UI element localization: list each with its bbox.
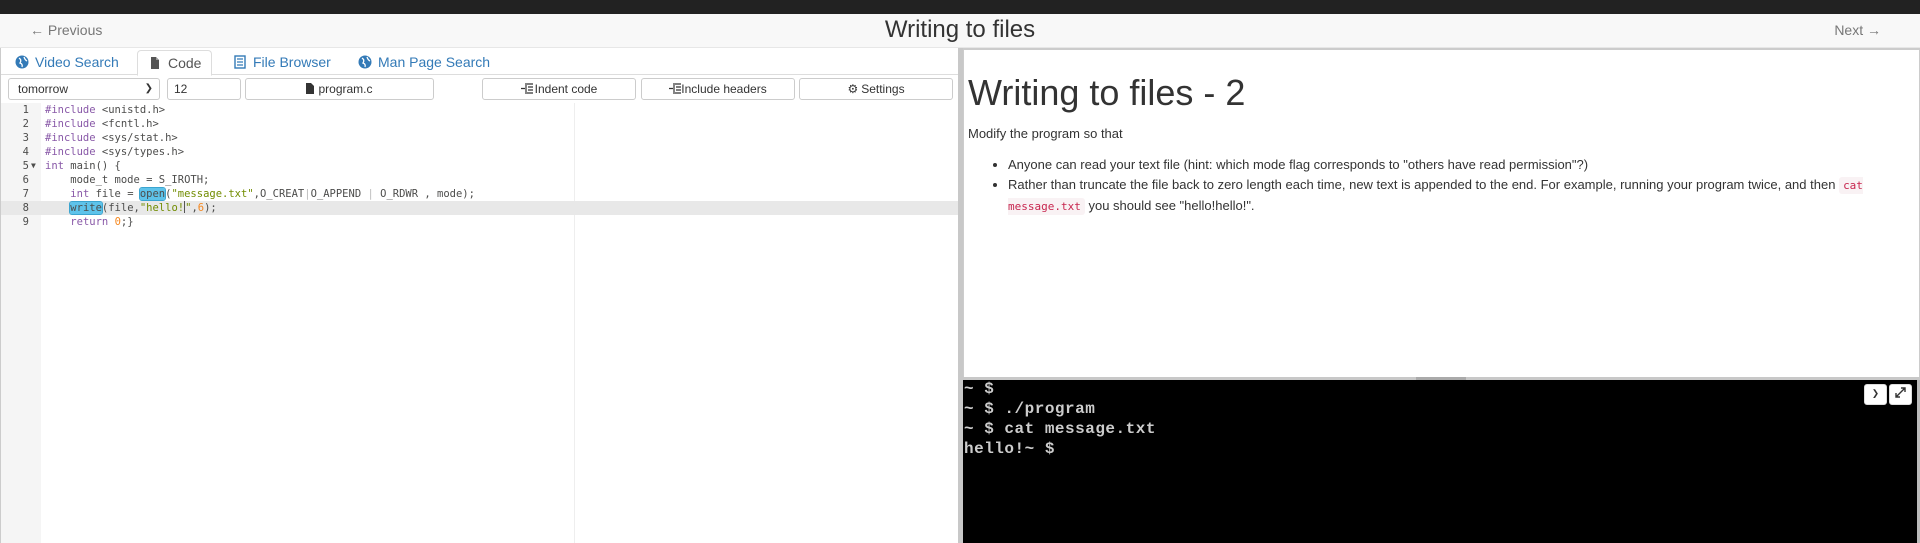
terminal-expand-button[interactable] [1889, 384, 1912, 405]
code-text: int file = open("message.txt",O_CREAT|O_… [70, 187, 475, 201]
code-line: 6 mode_t mode = S_IROTH; [1, 173, 959, 187]
tab-label: Video Search [35, 54, 119, 70]
chevron-down-icon: ❯ [144, 83, 153, 94]
globe-icon [358, 55, 372, 69]
code-line-active: 8 write(file,"hello!",6); [1, 201, 959, 215]
code-line: 7 int file = open("message.txt",O_CREAT|… [1, 187, 959, 201]
code-line: 3 #include <sys/stat.h> [1, 131, 959, 145]
tab-bar: Video Search Code File Browser Man Page … [1, 48, 959, 76]
filename-button[interactable]: program.c [245, 78, 434, 100]
tab-label: Code [168, 55, 202, 71]
gear-icon: ⚙ [847, 82, 859, 96]
indent-icon [520, 82, 535, 96]
line-number: 5 [22, 160, 29, 172]
file-icon [306, 82, 318, 96]
code-line: 5 ▼ int main() { [1, 159, 959, 173]
line-number: 6 [22, 174, 29, 186]
terminal[interactable]: ~ $ ~ $ ./program ~ $ cat message.txt he… [963, 380, 1920, 543]
tab-label: File Browser [253, 54, 331, 70]
terminal-line: ~ $ cat message.txt [964, 420, 1156, 438]
code-text: #include <unistd.h> [45, 104, 166, 116]
code-line: 4 #include <sys/types.h> [1, 145, 959, 159]
line-number: 1 [22, 104, 29, 116]
task-item-text: Rather than truncate the file back to ze… [1008, 177, 1836, 192]
terminal-line: ~ $ [964, 380, 995, 398]
line-number: 7 [22, 188, 29, 200]
tab-label: Man Page Search [378, 54, 491, 70]
file-icon [148, 56, 162, 70]
filename-label: program.c [318, 82, 373, 96]
task-item: Rather than truncate the file back to ze… [1008, 175, 1908, 217]
code-line: 9 return 0;} [1, 215, 959, 229]
line-number: 9 [22, 216, 29, 228]
task-intro: Modify the program so that [968, 126, 1123, 141]
code-editor[interactable]: 1 #include <unistd.h> 2 #include <fcntl.… [1, 103, 959, 543]
tab-video-search[interactable]: Video Search [5, 50, 129, 76]
previous-link[interactable]: ← Previous [30, 22, 102, 38]
browser-top-bar [0, 0, 1920, 14]
instructions-panel: Writing to files - 2 Modify the program … [963, 48, 1920, 378]
tab-code[interactable]: Code [137, 50, 213, 76]
page-title: Writing to files [884, 16, 1036, 43]
headers-label: Include headers [681, 82, 767, 96]
line-number: 8 [22, 202, 29, 214]
task-list: Anyone can read your text file (hint: wh… [1008, 155, 1908, 217]
include-headers-button[interactable]: Include headers [641, 78, 795, 100]
fold-arrow-icon[interactable]: ▼ [31, 159, 36, 173]
line-number: 4 [22, 146, 29, 158]
code-line: 1 #include <unistd.h> [1, 103, 959, 117]
code-text: int main() { [45, 160, 121, 172]
globe-icon [15, 55, 29, 69]
tab-file-browser[interactable]: File Browser [223, 50, 341, 76]
indent-label: Indent code [534, 82, 598, 96]
next-link[interactable]: Next → [1834, 22, 1881, 38]
code-text: #include <fcntl.h> [45, 118, 159, 130]
theme-select[interactable]: tomorrow ❯ [8, 78, 160, 100]
task-item: Anyone can read your text file (hint: wh… [1008, 155, 1908, 175]
task-item-text: you should see "hello!hello!". [1088, 198, 1255, 213]
page-header: ← Previous Writing to files Next → [0, 14, 1920, 48]
expand-icon [1895, 387, 1906, 401]
settings-label: Settings [861, 82, 905, 96]
editor-toolbar: tomorrow ❯ 12 program.c Indent code Incl… [1, 77, 959, 101]
line-number: 2 [22, 118, 29, 130]
font-size-input[interactable]: 12 [167, 78, 241, 100]
code-text: #include <sys/stat.h> [45, 132, 178, 144]
terminal-run-button[interactable]: ❯ [1864, 384, 1887, 405]
settings-button[interactable]: ⚙ Settings [799, 78, 953, 100]
terminal-line: hello!~ $ [964, 440, 1055, 458]
code-text: #include <sys/types.h> [45, 146, 185, 158]
code-text: write(file,"hello!",6); [69, 201, 217, 215]
task-title: Writing to files - 2 [968, 72, 1246, 113]
text-cursor [184, 201, 186, 213]
code-text: mode_t mode = S_IROTH; [45, 174, 210, 186]
line-number: 3 [22, 132, 29, 144]
tab-man-page-search[interactable]: Man Page Search [348, 50, 500, 76]
indent-code-button[interactable]: Indent code [482, 78, 636, 100]
code-text: return 0;} [70, 216, 134, 228]
terminal-line: ~ $ ./program [964, 400, 1096, 418]
code-line: 2 #include <fcntl.h> [1, 117, 959, 131]
theme-value: tomorrow [18, 82, 69, 96]
code-panel: Video Search Code File Browser Man Page … [0, 48, 960, 543]
chevron-right-icon: ❯ [1871, 387, 1880, 401]
indent-icon [669, 82, 682, 96]
list-icon [233, 55, 247, 69]
